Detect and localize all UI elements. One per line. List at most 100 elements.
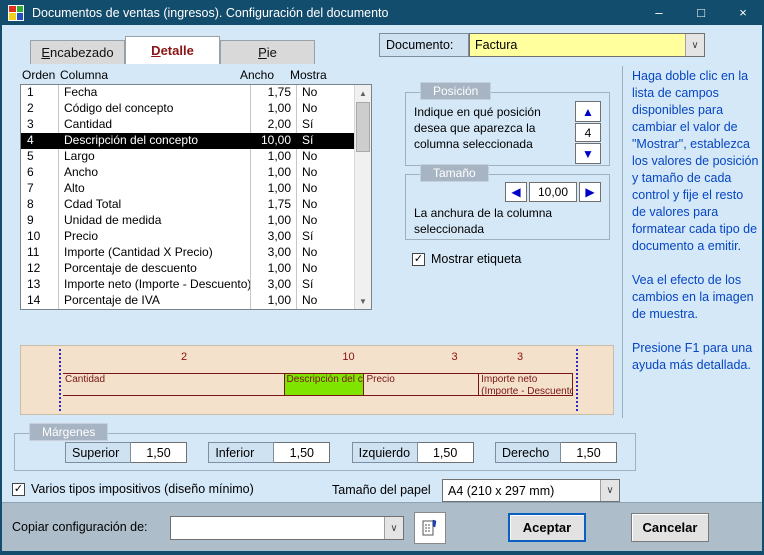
width-decrease-button[interactable]: ◀ [505, 182, 527, 202]
aceptar-button[interactable]: Aceptar [508, 513, 586, 542]
preview-width-number: 10 [305, 351, 392, 363]
table-row[interactable]: 11 Importe (Cantidad X Precio) 3,00 No [21, 245, 354, 261]
minimize-icon[interactable]: – [638, 0, 680, 25]
cell-orden: 11 [21, 245, 58, 261]
table-row[interactable]: 14 Porcentaje de IVA 1,00 No [21, 293, 354, 309]
table-row[interactable]: 3 Cantidad 2,00 Sí [21, 117, 354, 133]
tamano-group: Tamaño ◀ 10,00 ▶ La anchura de la column… [405, 174, 610, 240]
table-row[interactable]: 8 Cdad Total 1,75 No [21, 197, 354, 213]
varios-tipos-label: Varios tipos impositivos (diseño mínimo) [31, 482, 254, 496]
cell-columna: Fecha [58, 85, 250, 101]
preview-cell[interactable]: Descripción del concepto [285, 373, 365, 396]
arrow-up-icon: ▲ [582, 105, 594, 119]
margin-input[interactable]: 1,50 [131, 442, 187, 463]
cell-orden: 5 [21, 149, 58, 165]
cell-orden: 13 [21, 277, 58, 293]
margenes-group-title: Márgenes [29, 423, 108, 441]
margin-input[interactable]: 1,50 [274, 442, 330, 463]
width-increase-button[interactable]: ▶ [579, 182, 601, 202]
close-icon[interactable]: × [722, 0, 764, 25]
maximize-icon[interactable]: □ [680, 0, 722, 25]
chevron-down-icon[interactable]: ∨ [384, 517, 403, 539]
varios-tipos-checkbox[interactable]: ✓ [12, 483, 25, 496]
preview-cell[interactable]: Importe neto (Importe - Descuento) [479, 373, 573, 396]
documento-select[interactable]: Factura ∨ [469, 33, 705, 57]
paper-size-select[interactable]: A4 (210 x 297 mm) ∨ [442, 479, 620, 502]
scroll-down-icon[interactable]: ▼ [355, 293, 371, 309]
scrollbar-thumb[interactable] [356, 102, 370, 152]
cell-ancho: 1,75 [250, 85, 296, 101]
copy-config-value [171, 517, 384, 539]
posicion-group: Posición Indique en qué posición desea q… [405, 92, 610, 166]
table-row[interactable]: 6 Ancho 1,00 No [21, 165, 354, 181]
mostrar-etiqueta-checkbox[interactable]: ✓ [412, 253, 425, 266]
tab[interactable]: Detalle [125, 36, 220, 64]
table-row[interactable]: 13 Importe neto (Importe - Descuento) 3,… [21, 277, 354, 293]
title-bar: Documentos de ventas (ingresos). Configu… [0, 0, 764, 25]
cell-ancho: 1,00 [250, 213, 296, 229]
chevron-down-icon[interactable]: ∨ [685, 34, 704, 56]
preview-cell[interactable]: Cantidad [63, 373, 285, 396]
arrow-left-icon: ◀ [511, 185, 520, 199]
list-scrollbar[interactable]: ▲ ▼ [354, 85, 371, 309]
copy-config-select[interactable]: ∨ [170, 516, 404, 540]
dialog-window: Documentos de ventas (ingresos). Configu… [0, 0, 764, 555]
cell-columna: Unidad de medida [58, 213, 250, 229]
cell-mostrar: No [296, 165, 354, 181]
posicion-help-text: Indique en qué posición desea que aparez… [414, 104, 566, 152]
cell-orden: 2 [21, 101, 58, 117]
cell-mostrar: No [296, 101, 354, 117]
position-down-button[interactable]: ▼ [575, 143, 601, 164]
copy-config-label: Copiar configuración de: [12, 520, 148, 534]
table-row[interactable]: 1 Fecha 1,75 No [21, 85, 354, 101]
cell-mostrar: No [296, 197, 354, 213]
preview-margin-guide-right [576, 349, 578, 411]
copy-config-button[interactable] [414, 512, 446, 544]
cell-ancho: 1,00 [250, 181, 296, 197]
position-up-button[interactable]: ▲ [575, 101, 601, 122]
table-row[interactable]: 4 Descripción del concepto 10,00 Sí [21, 133, 354, 149]
table-row[interactable]: 7 Alto 1,00 No [21, 181, 354, 197]
cell-ancho: 1,00 [250, 261, 296, 277]
tamano-group-title: Tamaño [420, 164, 489, 182]
cell-ancho: 10,00 [250, 133, 296, 149]
documento-value: Factura [470, 34, 685, 56]
margenes-fields: Superior 1,50 Inferior 1,50 Izquierdo 1,… [65, 442, 617, 463]
window-title: Documentos de ventas (ingresos). Configu… [32, 6, 388, 20]
position-value[interactable]: 4 [575, 123, 601, 142]
copy-config-icon [420, 518, 440, 538]
cell-mostrar: No [296, 85, 354, 101]
tab[interactable]: Encabezado [30, 40, 125, 64]
header-ancho: Ancho [240, 68, 274, 82]
columns-list[interactable]: 1 Fecha 1,75 No 2 Código del concepto 1,… [20, 84, 372, 310]
preview-cell[interactable]: Precio [364, 373, 479, 396]
cell-mostrar: No [296, 293, 354, 309]
preview-cell-sublabel: (Importe - Descuento) [481, 386, 570, 396]
table-row[interactable]: 9 Unidad de medida 1,00 No [21, 213, 354, 229]
cell-mostrar: No [296, 261, 354, 277]
margin-input[interactable]: 1,50 [418, 442, 474, 463]
preview-width-number: 3 [517, 351, 523, 363]
table-row[interactable]: 12 Porcentaje de descuento 1,00 No [21, 261, 354, 277]
chevron-down-icon[interactable]: ∨ [600, 480, 619, 501]
cell-mostrar: No [296, 181, 354, 197]
preview-width-number: 3 [392, 351, 517, 363]
margin-input[interactable]: 1,50 [561, 442, 617, 463]
cell-orden: 7 [21, 181, 58, 197]
margin-label: Izquierdo [352, 442, 418, 463]
scroll-up-icon[interactable]: ▲ [355, 85, 371, 101]
app-icon [8, 5, 24, 21]
table-row[interactable]: 2 Código del concepto 1,00 No [21, 101, 354, 117]
table-row[interactable]: 5 Largo 1,00 No [21, 149, 354, 165]
margin-label: Inferior [208, 442, 274, 463]
cell-mostrar: No [296, 149, 354, 165]
tab[interactable]: Pie [220, 40, 315, 64]
document-preview: 21033 Cantidad Descripción del concepto … [20, 345, 614, 415]
cell-orden: 1 [21, 85, 58, 101]
paper-size-label: Tamaño del papel [332, 483, 431, 497]
cell-orden: 12 [21, 261, 58, 277]
table-row[interactable]: 10 Precio 3,00 Sí [21, 229, 354, 245]
help-paragraph-3: Presione F1 para una ayuda más detallada… [632, 340, 759, 374]
width-value[interactable]: 10,00 [529, 182, 577, 202]
cancelar-button[interactable]: Cancelar [631, 513, 709, 542]
